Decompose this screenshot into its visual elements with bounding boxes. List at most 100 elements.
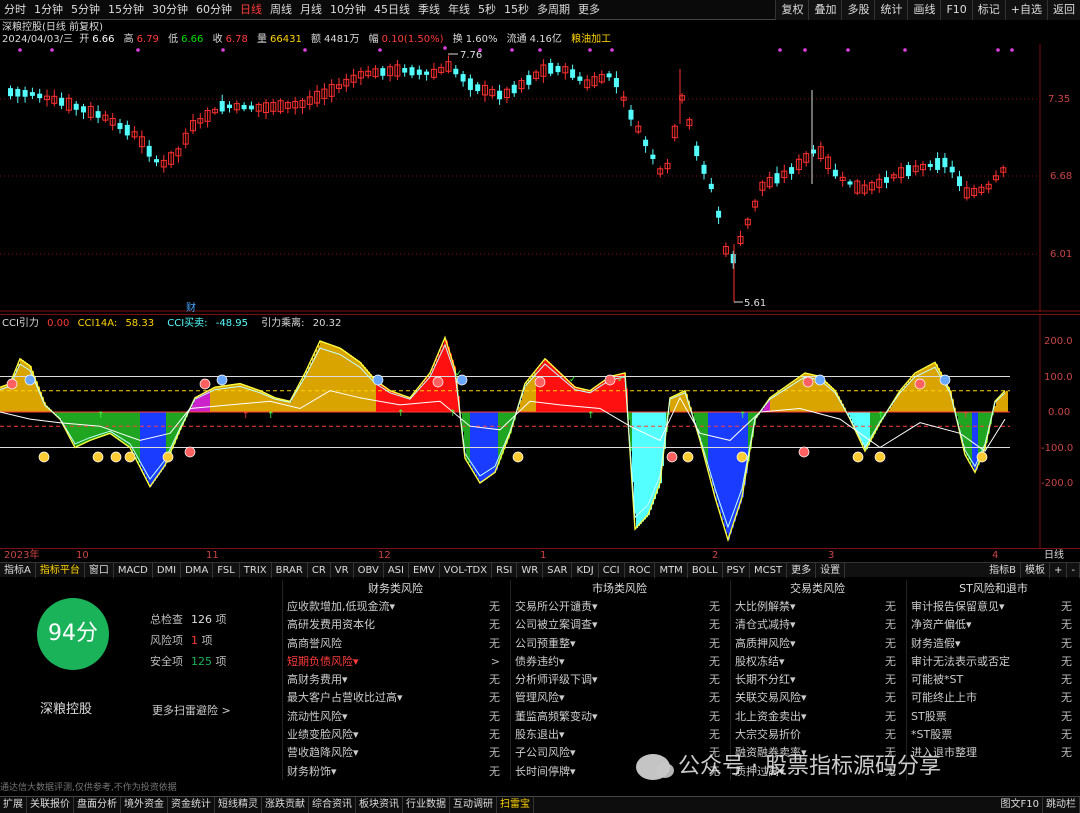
indicator-tab-3[interactable]: MACD [114, 562, 153, 578]
indicator-tab-22[interactable]: BOLL [688, 562, 723, 578]
risk-row[interactable]: *ST股票 无 [907, 726, 1080, 744]
risk-row[interactable]: 财务粉饰▾ 无 [283, 763, 508, 781]
toolbar-button-2[interactable]: 多股 [841, 0, 875, 20]
period-tab-14[interactable]: 15秒 [500, 0, 533, 20]
bottom-tab-4[interactable]: 资金统计 [168, 797, 215, 813]
risk-row[interactable]: 北上资金卖出▾ 无 [731, 708, 904, 726]
period-tab-6[interactable]: 日线 [236, 0, 266, 20]
bottom-right-0[interactable]: 图文F10 [998, 797, 1043, 813]
risk-row[interactable]: 审计报告保留意见▾ 无 [907, 598, 1080, 616]
risk-row[interactable]: 股权冻结▾ 无 [731, 653, 904, 671]
indicator-tab-13[interactable]: EMV [409, 562, 440, 578]
indicator-tab-1[interactable]: 指标平台 [36, 562, 85, 578]
more-scan-link[interactable]: 更多扫雷避险 > [152, 702, 231, 718]
bottom-tab-1[interactable]: 关联报价 [27, 797, 74, 813]
period-tab-11[interactable]: 季线 [414, 0, 444, 20]
indicator-tab-11[interactable]: OBV [354, 562, 384, 578]
risk-row[interactable]: 公司预重整▾ 无 [511, 635, 728, 653]
indicator-tab-14[interactable]: VOL-TDX [440, 562, 493, 578]
period-tab-2[interactable]: 5分钟 [67, 0, 104, 20]
indicator-tab-6[interactable]: FSL [213, 562, 240, 578]
risk-row[interactable]: 净资产偏低▾ 无 [907, 616, 1080, 634]
period-tab-0[interactable]: 分时 [0, 0, 30, 20]
indicator-right-0[interactable]: 指标B [985, 563, 1021, 578]
risk-row[interactable]: 关联交易风险▾ 无 [731, 689, 904, 707]
indicator-tab-9[interactable]: CR [308, 562, 331, 578]
risk-row[interactable]: 审计无法表示或否定 无 [907, 653, 1080, 671]
bottom-tab-6[interactable]: 涨跌贡献 [262, 797, 309, 813]
finance-marker[interactable]: 财 [186, 301, 196, 312]
indicator-right-3[interactable]: - [1067, 563, 1080, 578]
bottom-tab-3[interactable]: 境外资金 [121, 797, 168, 813]
indicator-tab-8[interactable]: BRAR [272, 562, 308, 578]
risk-row[interactable]: ST股票 无 [907, 708, 1080, 726]
toolbar-button-4[interactable]: 画线 [907, 0, 941, 20]
period-tab-1[interactable]: 1分钟 [30, 0, 67, 20]
period-tab-8[interactable]: 月线 [296, 0, 326, 20]
bottom-tab-11[interactable]: 扫雷宝 [497, 797, 534, 813]
risk-row[interactable]: 短期负债风险▾ > [283, 653, 508, 671]
period-tab-13[interactable]: 5秒 [474, 0, 500, 20]
indicator-tab-20[interactable]: ROC [625, 562, 656, 578]
risk-row[interactable]: 高财务费用▾ 无 [283, 671, 508, 689]
toolbar-button-0[interactable]: 复权 [775, 0, 809, 20]
period-tab-4[interactable]: 30分钟 [148, 0, 192, 20]
bottom-tab-7[interactable]: 综合资讯 [309, 797, 356, 813]
period-tab-5[interactable]: 60分钟 [192, 0, 236, 20]
indicator-tab-15[interactable]: RSI [492, 562, 518, 578]
risk-row[interactable]: 业绩变脸风险▾ 无 [283, 726, 508, 744]
risk-row[interactable]: 清仓式减持▾ 无 [731, 616, 904, 634]
bottom-tab-2[interactable]: 盘面分析 [74, 797, 121, 813]
risk-row[interactable]: 大比例解禁▾ 无 [731, 598, 904, 616]
period-tab-15[interactable]: 多周期 [533, 0, 574, 20]
toolbar-button-3[interactable]: 统计 [874, 0, 908, 20]
bottom-tab-5[interactable]: 短线精灵 [215, 797, 262, 813]
risk-row[interactable]: 高质押风险▾ 无 [731, 635, 904, 653]
risk-row[interactable]: 流动性风险▾ 无 [283, 708, 508, 726]
indicator-tab-25[interactable]: 更多 [787, 562, 817, 578]
indicator-tab-26[interactable]: 设置 [816, 562, 846, 578]
risk-row[interactable]: 高商誉风险 无 [283, 635, 508, 653]
period-tab-16[interactable]: 更多 [574, 0, 604, 20]
bottom-tab-9[interactable]: 行业数据 [403, 797, 450, 813]
period-tab-7[interactable]: 周线 [266, 0, 296, 20]
risk-row[interactable]: 高研发费用资本化 无 [283, 616, 508, 634]
bottom-tab-10[interactable]: 互动调研 [450, 797, 497, 813]
risk-row[interactable]: 分析师评级下调▾ 无 [511, 671, 728, 689]
indicator-tab-17[interactable]: SAR [543, 562, 573, 578]
indicator-tab-7[interactable]: TRIX [240, 562, 272, 578]
indicator-tab-2[interactable]: 窗口 [85, 562, 114, 578]
period-tab-9[interactable]: 10分钟 [326, 0, 370, 20]
cci-indicator-chart[interactable]: ↑ ↑ ↑ ↑ ↑ ✓ ✓ ↑ ✓ ↑ ↑ ↑ 200.0 100.0 0.00 -100.0 -20… [0, 314, 1080, 548]
risk-row[interactable]: 可能终止上市 无 [907, 689, 1080, 707]
bottom-right-1[interactable]: 跳动栏 [1043, 797, 1080, 813]
indicator-tab-24[interactable]: MCST [750, 562, 788, 578]
risk-row[interactable]: 股东退出▾ 无 [511, 726, 728, 744]
candlestick-chart[interactable]: 7.76 5.61 7.35 6.68 6.01 财 [0, 44, 1080, 312]
toolbar-button-6[interactable]: 标记 [971, 0, 1005, 20]
risk-row[interactable]: 管理风险▾ 无 [511, 689, 728, 707]
risk-row[interactable]: 董监高频繁变动▾ 无 [511, 708, 728, 726]
bottom-tab-8[interactable]: 板块资讯 [356, 797, 403, 813]
risk-row[interactable]: 应收款增加,低现金流▾ 无 [283, 598, 508, 616]
indicator-tab-16[interactable]: WR [517, 562, 544, 578]
bottom-tab-0[interactable]: 扩展 [0, 797, 27, 813]
toolbar-button-5[interactable]: F10 [940, 0, 972, 20]
indicator-tab-21[interactable]: MTM [655, 562, 688, 578]
risk-row[interactable]: 最大客户占营收比过高▾ 无 [283, 689, 508, 707]
indicator-tab-19[interactable]: CCI [599, 562, 625, 578]
indicator-tab-4[interactable]: DMI [153, 562, 182, 578]
toolbar-button-8[interactable]: 返回 [1047, 0, 1080, 20]
indicator-right-2[interactable]: + [1050, 563, 1068, 578]
risk-row[interactable]: 大宗交易折价 无 [731, 726, 904, 744]
risk-row[interactable]: 交易所公开谴责▾ 无 [511, 598, 728, 616]
indicator-tab-12[interactable]: ASI [384, 562, 409, 578]
period-tab-12[interactable]: 年线 [444, 0, 474, 20]
indicator-tab-0[interactable]: 指标A [0, 562, 36, 578]
indicator-tab-10[interactable]: VR [331, 562, 354, 578]
risk-row[interactable]: 营收趋降风险▾ 无 [283, 744, 508, 762]
risk-row[interactable]: 长期不分红▾ 无 [731, 671, 904, 689]
toolbar-button-1[interactable]: 叠加 [808, 0, 842, 20]
risk-row[interactable]: 公司被立案调查▾ 无 [511, 616, 728, 634]
indicator-tab-5[interactable]: DMA [181, 562, 214, 578]
